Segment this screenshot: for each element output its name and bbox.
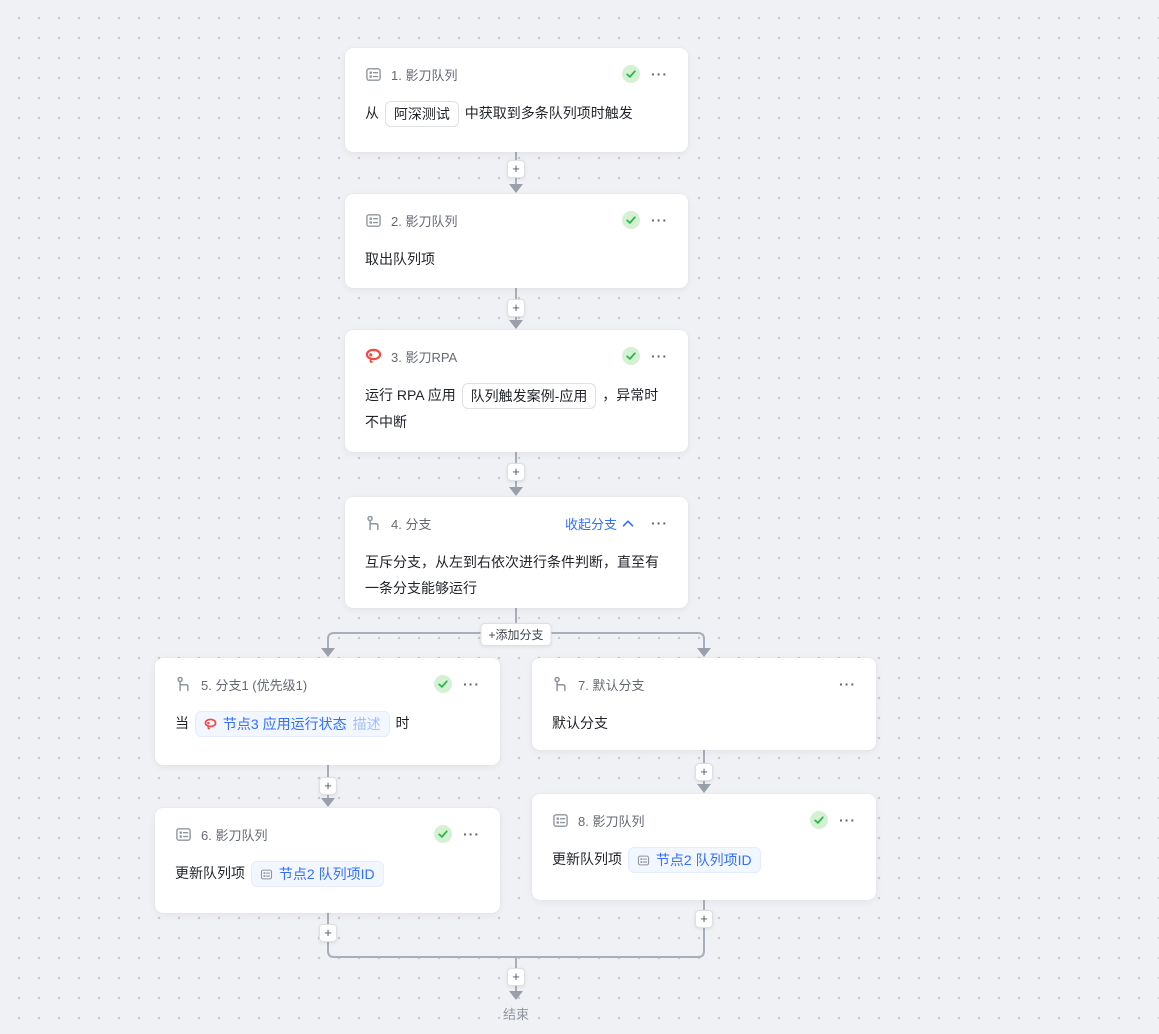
description-text: 运行 RPA 应用 [365,387,460,403]
variable-chip[interactable]: 队列触发案例-应用 [461,383,597,410]
node-header: 6. 影刀队列 ··· [155,808,500,845]
more-menu-button[interactable]: ··· [649,514,670,532]
node-card-5-branch-condition[interactable]: 5. 分支1 (优先级1) ··· 当 节点3 应用运行状态 描述 时 [155,658,500,765]
node-card-3-rpa-run[interactable]: 3. 影刀RPA ··· 运行 RPA 应用 队列触发案例-应用 ，异常时不中断 [345,330,688,452]
description-text: 更新队列项 [175,865,249,881]
description-text: 当 [175,715,193,731]
node-description: 更新队列项 节点2 队列项ID [532,846,876,887]
success-check-icon [810,811,828,829]
workflow-canvas[interactable]: + + + + + + + + +添加分支 结束 1. 影刀队列 ··· 从 阿… [0,0,1159,1034]
more-menu-button[interactable]: ··· [649,65,670,83]
node-description: 当 节点3 应用运行状态 描述 时 [155,710,500,751]
success-check-icon [434,675,452,693]
node-title: 2. 影刀队列 [391,213,458,229]
insert-node-button[interactable]: + [319,924,337,942]
node-title: 7. 默认分支 [578,677,645,693]
node-card-1-queue-trigger[interactable]: 1. 影刀队列 ··· 从 阿深测试 中获取到多条队列项时触发 [345,48,688,152]
node-title: 6. 影刀队列 [201,827,268,843]
chip-label: 阿深测试 [393,106,450,123]
node-header: 4. 分支 收起分支 ··· [345,497,688,534]
queue-icon [260,868,273,881]
description-text: 更新队列项 [552,851,626,867]
queue-icon [365,212,382,229]
node-description: 更新队列项 节点2 队列项ID [155,860,500,901]
node-header: 5. 分支1 (优先级1) ··· [155,658,500,695]
more-menu-button[interactable]: ··· [837,675,858,693]
node-description: 运行 RPA 应用 队列触发案例-应用 ，异常时不中断 [345,382,688,449]
node-card-6-queue-update[interactable]: 6. 影刀队列 ··· 更新队列项 节点2 队列项ID [155,808,500,913]
chip-label: 节点3 应用运行状态 [222,716,347,733]
insert-node-button[interactable]: + [695,910,713,928]
variable-chip[interactable]: 阿深测试 [384,101,459,128]
branch-icon [552,676,569,693]
description-text: 默认分支 [552,715,608,731]
node-card-4-branch[interactable]: 4. 分支 收起分支 ··· 互斥分支，从左到右依次进行条件判断，直至有一条分支… [345,497,688,608]
node-card-2-queue-fetch[interactable]: 2. 影刀队列 ··· 取出队列项 [345,194,688,288]
node-header: 2. 影刀队列 ··· [345,194,688,231]
node-title: 1. 影刀队列 [391,67,458,83]
more-menu-button[interactable]: ··· [649,347,670,365]
rpa-icon [204,718,217,731]
branch-icon [175,676,192,693]
node-header: 8. 影刀队列 ··· [532,794,876,831]
node-description: 从 阿深测试 中获取到多条队列项时触发 [345,100,688,141]
insert-node-button[interactable]: + [507,299,525,317]
more-menu-button[interactable]: ··· [837,811,858,829]
queue-icon [552,812,569,829]
insert-node-button[interactable]: + [319,777,337,795]
collapse-branches-label: 收起分支 [564,516,617,532]
rpa-icon [365,348,382,365]
node-card-7-default-branch[interactable]: 7. 默认分支 ··· 默认分支 [532,658,876,750]
node-header: 3. 影刀RPA ··· [345,330,688,367]
node-header: 7. 默认分支 ··· [532,658,876,695]
add-branch-button[interactable]: +添加分支 [480,623,552,646]
insert-node-button[interactable]: + [507,160,525,178]
collapse-branches-link[interactable]: 收起分支 [565,514,634,533]
insert-node-button[interactable]: + [507,968,525,986]
node-description: 默认分支 [532,710,876,750]
success-check-icon [622,65,640,83]
queue-icon [175,826,192,843]
node-title: 8. 影刀队列 [578,813,645,829]
chip-label: 节点2 队列项ID [278,866,375,883]
success-check-icon [622,211,640,229]
insert-node-button[interactable]: + [695,763,713,781]
variable-chip[interactable]: 节点2 队列项ID [250,861,384,888]
node-header: 1. 影刀队列 ··· [345,48,688,85]
variable-chip[interactable]: 节点2 队列项ID [627,847,761,874]
chip-label: 描述 [352,716,381,733]
description-text: 从 [365,105,383,121]
node-description: 取出队列项 [345,246,688,286]
description-text: 取出队列项 [365,251,435,267]
chip-label: 节点2 队列项ID [655,852,752,869]
description-text: 时 [391,715,410,731]
branch-icon [365,515,382,532]
chip-label: 队列触发案例-应用 [470,388,588,405]
success-check-icon [622,347,640,365]
end-label: 结束 [502,1007,530,1022]
chevron-up-icon [622,516,634,531]
node-description: 互斥分支，从左到右依次进行条件判断，直至有一条分支能够运行 [345,549,688,608]
insert-node-button[interactable]: + [507,463,525,481]
description-text: 互斥分支，从左到右依次进行条件判断，直至有一条分支能够运行 [365,554,659,596]
description-text: 中获取到多条队列项时触发 [460,105,633,121]
variable-chip[interactable]: 节点3 应用运行状态 描述 [194,711,390,738]
more-menu-button[interactable]: ··· [461,675,482,693]
node-title: 4. 分支 [391,516,432,532]
node-card-8-queue-update[interactable]: 8. 影刀队列 ··· 更新队列项 节点2 队列项ID [532,794,876,900]
more-menu-button[interactable]: ··· [649,211,670,229]
node-title: 3. 影刀RPA [391,349,458,365]
more-menu-button[interactable]: ··· [461,825,482,843]
queue-icon [365,66,382,83]
node-title: 5. 分支1 (优先级1) [201,677,308,693]
success-check-icon [434,825,452,843]
queue-icon [637,854,650,867]
